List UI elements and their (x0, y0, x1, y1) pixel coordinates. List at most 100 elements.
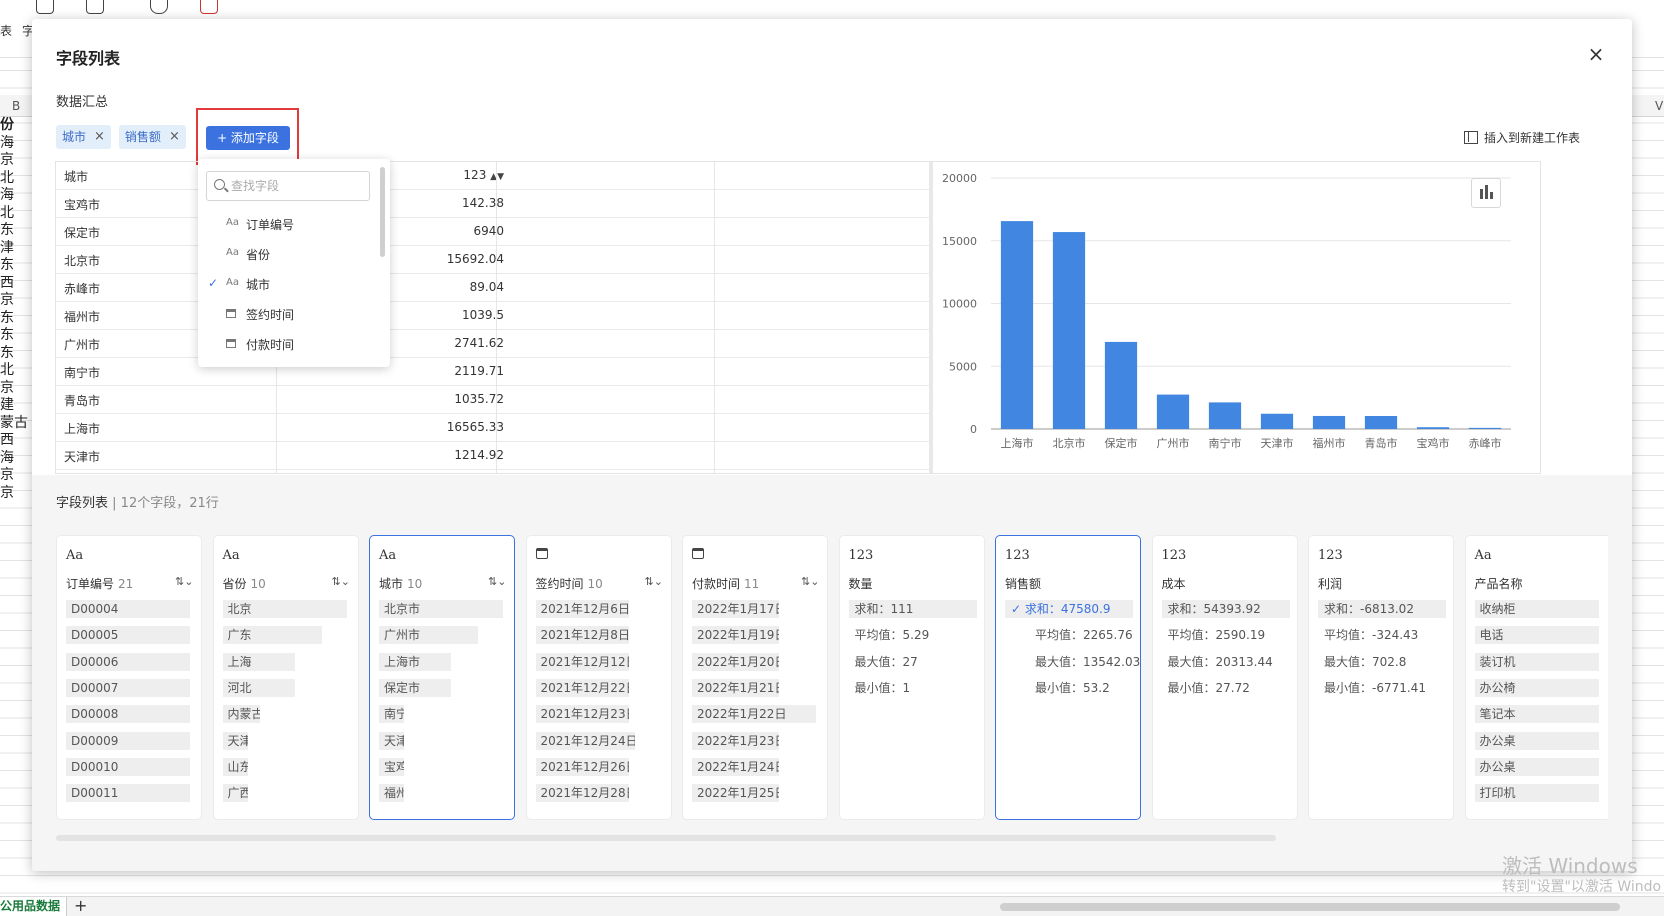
sort-icon[interactable]: ⇅⌄ (645, 575, 663, 588)
cell-a[interactable]: 西 (0, 432, 30, 450)
field-card[interactable]: 签约时间 10 ⇅⌄ 2021年12月6日 2021年12月8日 2021年12月12日 2… (525, 535, 672, 820)
sort-icon[interactable]: ⇅⌄ (801, 575, 819, 588)
horizontal-scrollbar[interactable] (1000, 903, 1620, 911)
field-stat[interactable]: 平均值：2265.76 (1005, 626, 1133, 644)
field-stat[interactable]: 最小值：1 (849, 679, 911, 697)
sort-icon[interactable]: ⇅⌄ (488, 575, 506, 588)
cell-city: 北京市 (64, 254, 101, 268)
field-stat[interactable]: 最大值：20313.44 (1162, 653, 1273, 671)
cell-a[interactable]: 建 (0, 397, 30, 415)
chart-bar[interactable] (1468, 427, 1502, 429)
cell-a[interactable]: 西 (0, 275, 30, 293)
table-row[interactable]: 上海市 16565.33 (56, 414, 984, 442)
dropdown-item[interactable]: ✓ Aa 城市 (198, 269, 388, 299)
cell-a[interactable]: 东 (0, 257, 30, 275)
cell-a[interactable]: 海 (0, 187, 30, 205)
chart-bar[interactable] (1312, 415, 1346, 429)
cell-a[interactable]: 份 (0, 117, 30, 135)
field-stat[interactable]: 求和：54393.92 (1161, 600, 1290, 618)
field-card-title: 销售额 (1005, 575, 1041, 592)
cell-a[interactable]: 京 (0, 152, 30, 170)
field-stat[interactable]: 平均值：-324.43 (1318, 626, 1418, 644)
sort-icon[interactable]: ⇅⌄ (332, 575, 350, 588)
chart-type-button[interactable] (1471, 178, 1501, 208)
table-row[interactable]: 南宁市 2119.71 (56, 358, 984, 386)
cards-scrollbar[interactable] (56, 835, 1276, 841)
field-card[interactable]: 123 利润 求和：-6813.02 平均值：-324.43 最大值：702.8 最小值：… (1308, 535, 1454, 820)
table-row[interactable]: 福州市 1039.5 (56, 302, 984, 330)
cell-a[interactable]: 京 (0, 292, 30, 310)
cell-a[interactable]: 北 (0, 170, 30, 188)
dropdown-scrollbar[interactable] (380, 167, 385, 257)
field-card[interactable]: 123 销售额 ✓ 求和：47580.9 平均值：2265.76 最大值：13542.0… (995, 535, 1141, 820)
column-header-v[interactable]: V (1655, 99, 1663, 113)
field-stat[interactable]: 平均值：2590.19 (1162, 626, 1266, 644)
field-search-input[interactable] (231, 176, 361, 196)
close-icon[interactable]: × (1585, 43, 1607, 65)
field-card[interactable]: Aa 订单编号 21 ⇅⌄ D00004 D00005 D00006 D00007 D00008… (56, 535, 202, 820)
remove-chip-icon[interactable]: × (94, 125, 105, 149)
x-tick-label: 广州市 (1157, 436, 1190, 450)
cell-a[interactable]: 津 (0, 240, 30, 258)
cell-a[interactable]: 东 (0, 327, 30, 345)
chart-bar[interactable] (1416, 427, 1450, 429)
cell-a[interactable]: 东 (0, 310, 30, 328)
field-card[interactable]: Aa 省份10 ⇅⌄ 北京广东上海河北内蒙古天津山东广西 (212, 535, 359, 820)
chart-bar[interactable] (1260, 413, 1294, 429)
cell-a[interactable]: 京 (0, 380, 30, 398)
table-row[interactable]: 赤峰市 89.04 (56, 274, 984, 302)
cell-a[interactable]: 京 (0, 467, 30, 485)
field-stat[interactable]: 最大值：27 (849, 653, 918, 671)
chart-bar[interactable] (1156, 394, 1190, 429)
insert-to-new-sheet-button[interactable]: 插入到新建工作表 (1464, 129, 1580, 146)
cell-a[interactable]: 海 (0, 450, 30, 468)
remove-chip-icon[interactable]: × (169, 125, 180, 149)
cell-a[interactable]: 蒙古 (0, 415, 30, 433)
field-stat[interactable]: 求和：111 (848, 600, 977, 618)
cell-a[interactable]: 京 (0, 485, 30, 503)
add-field-button[interactable]: + 添加字段 (206, 126, 290, 150)
sheet-tab[interactable]: 公用品数据 (0, 897, 68, 916)
sort-icon[interactable]: ⇅⌄ (175, 575, 193, 588)
number-type-icon: 123 (1005, 548, 1030, 563)
table-row[interactable]: 北京市 15692.04 (56, 246, 984, 274)
column-header-b[interactable]: B (12, 99, 20, 113)
dropdown-item[interactable]: Aa 订单编号 (198, 209, 388, 239)
field-card[interactable]: Aa 城市10 ⇅⌄ 北京市广州市上海市保定市南宁市天津市宝鸡市福州市 (369, 535, 515, 820)
field-stat[interactable]: 最大值：702.8 (1318, 653, 1406, 671)
field-stat[interactable]: 求和：-6813.02 (1318, 600, 1446, 618)
dropdown-item[interactable]: 签约时间 (198, 299, 388, 329)
field-stat[interactable]: 最小值：53.2 (1005, 679, 1110, 697)
chart-bar[interactable] (1052, 232, 1086, 429)
table-row[interactable]: 宝鸡市 142.38 (56, 190, 984, 218)
add-sheet-button[interactable]: + (74, 897, 87, 915)
cell-a[interactable]: 东 (0, 222, 30, 240)
table-row[interactable]: 保定市 6940 (56, 218, 984, 246)
cell-a[interactable]: 东 (0, 345, 30, 363)
chart-bar[interactable] (1208, 402, 1242, 429)
text-type-icon: Aa (226, 217, 239, 228)
cell-a[interactable]: 海 (0, 135, 30, 153)
field-chip-sales[interactable]: 销售额 × (118, 125, 186, 149)
field-stat[interactable]: 平均值：5.29 (849, 626, 930, 644)
chart-bar[interactable] (1000, 221, 1034, 429)
dropdown-item[interactable]: 付款时间 (198, 329, 388, 359)
dropdown-item[interactable]: Aa 省份 (198, 239, 388, 269)
field-chip-city[interactable]: 城市 × (56, 125, 111, 149)
field-card[interactable]: 付款时间 11 ⇅⌄ 2022年1月17日 2022年1月19日 2022年1月20日 20… (682, 535, 828, 820)
field-stat[interactable]: ✓ 求和：47580.9 (1005, 600, 1133, 618)
table-row[interactable]: 青岛市 1035.72 (56, 386, 984, 414)
field-stat[interactable]: 最小值：-6771.41 (1318, 679, 1426, 697)
chart-bar[interactable] (1104, 341, 1138, 429)
field-card[interactable]: Aa 产品名称 收纳柜 电话 装订机 办公椅 笔记本 办公桌 办公桌 打印机 (1464, 535, 1608, 820)
field-card[interactable]: 123 成本 求和：54393.92 平均值：2590.19 最大值：20313.44 最… (1151, 535, 1298, 820)
field-card[interactable]: 123 数量 求和：111 平均值：5.29 最大值：27 最小值：1 (838, 535, 985, 820)
table-row[interactable]: 天津市 1214.92 (56, 442, 984, 470)
cell-a[interactable]: 北 (0, 362, 30, 380)
table-row[interactable]: 广州市 2741.62 (56, 330, 984, 358)
stat-text: 最大值：20313.44 (1167, 654, 1273, 669)
cell-a[interactable]: 北 (0, 205, 30, 223)
field-stat[interactable]: 最小值：27.72 (1162, 679, 1250, 697)
field-stat[interactable]: 最大值：13542.03 (1005, 653, 1140, 671)
chart-bar[interactable] (1364, 416, 1398, 429)
